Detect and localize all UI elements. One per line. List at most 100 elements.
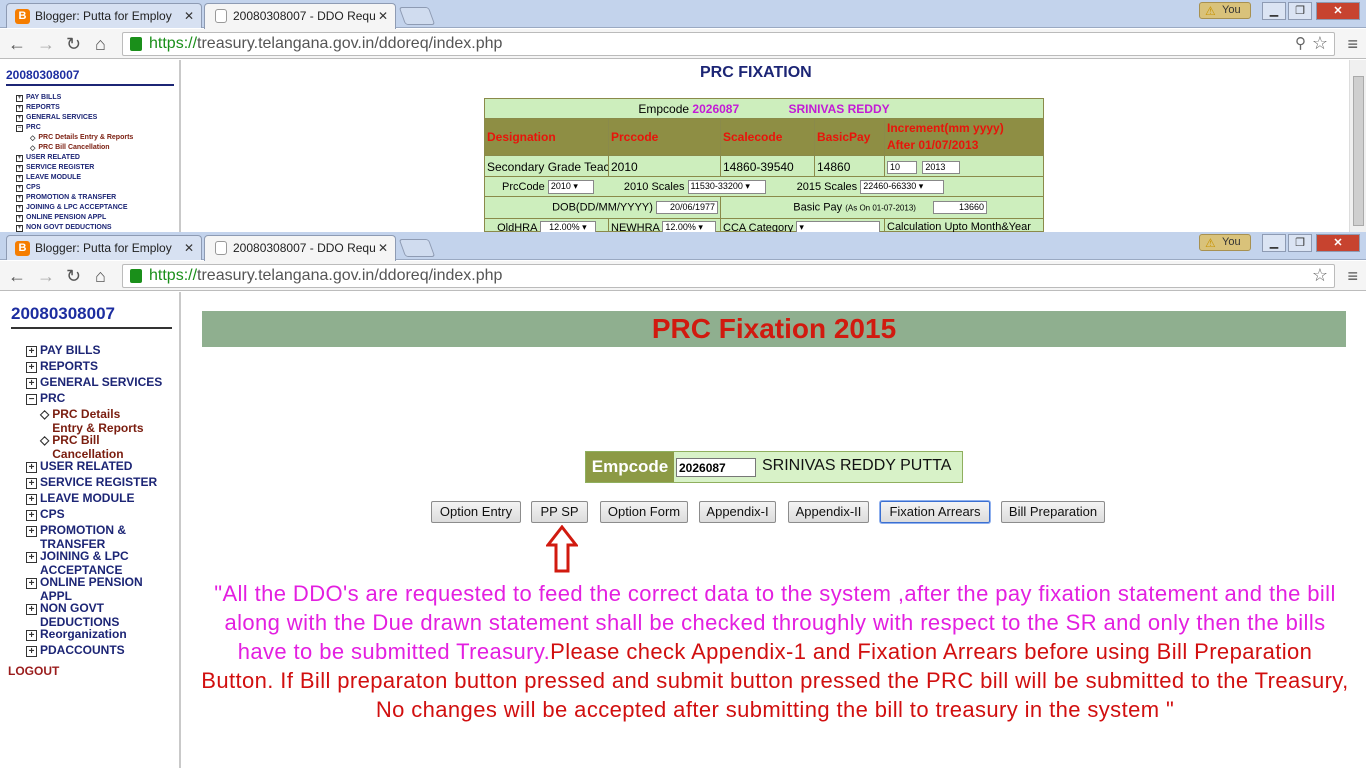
sidebar-item[interactable]: + LEAVE MODULE xyxy=(16,174,81,182)
increment-month-input[interactable]: 10 xyxy=(887,161,917,175)
sidebar-item[interactable]: + JOINING & LPC ACCEPTANCE xyxy=(16,204,128,212)
scales2015-select[interactable]: 22460-66330 ▾ xyxy=(860,180,945,194)
sidebar-item[interactable]: + USER RELATED xyxy=(26,459,132,473)
expand-icon[interactable]: + xyxy=(26,630,37,641)
scrollbar[interactable] xyxy=(1349,60,1366,232)
dob-input[interactable]: 20/06/1977 xyxy=(656,201,718,214)
expand-icon[interactable]: + xyxy=(26,378,37,389)
expand-icon[interactable]: + xyxy=(26,646,37,657)
sidebar-item[interactable]: + ONLINE PENSION APPL xyxy=(16,214,106,222)
minimize-button[interactable]: ▁ xyxy=(1262,234,1286,252)
scales2010-select[interactable]: 11530-33200 ▾ xyxy=(687,180,766,194)
expand-icon[interactable]: + xyxy=(26,462,37,473)
home-icon[interactable]: ⌂ xyxy=(95,266,106,286)
option-entry-button[interactable]: Option Entry xyxy=(431,501,521,523)
sidebar-item[interactable]: + ONLINE PENSION APPL xyxy=(26,575,143,603)
minimize-button[interactable]: ▁ xyxy=(1262,2,1286,20)
basicpay-input[interactable]: 13660 xyxy=(933,201,987,214)
restore-button[interactable]: ❐ xyxy=(1288,2,1312,20)
restore-button[interactable]: ❐ xyxy=(1288,234,1312,252)
expand-icon[interactable]: + xyxy=(16,205,23,212)
expand-icon[interactable]: + xyxy=(26,494,37,505)
expand-icon[interactable]: + xyxy=(16,185,23,192)
cca-select[interactable]: ▾ xyxy=(796,221,881,232)
expand-icon[interactable]: + xyxy=(26,578,37,589)
sidebar-item[interactable]: + GENERAL SERVICES xyxy=(16,114,97,122)
sidebar-item[interactable]: + PAY BILLS xyxy=(16,94,61,102)
scrollbar-thumb[interactable] xyxy=(1353,76,1364,226)
bookmark-star-icon[interactable]: ☆ xyxy=(1312,33,1328,54)
expand-icon[interactable]: + xyxy=(16,115,23,122)
collapse-icon[interactable]: − xyxy=(16,125,23,132)
forward-icon[interactable]: → xyxy=(37,34,55,54)
profile-badge[interactable]: ⚠ You xyxy=(1199,2,1251,19)
sidebar-item[interactable]: ◇ PRC Bill Cancellation xyxy=(30,144,110,152)
bill-preparation-button[interactable]: Bill Preparation xyxy=(1001,501,1105,523)
sidebar-item[interactable]: + USER RELATED xyxy=(16,154,80,162)
oldhra-select[interactable]: 12.00% ▾ xyxy=(539,221,596,232)
close-tab-icon[interactable]: ✕ xyxy=(184,241,194,255)
expand-icon[interactable]: + xyxy=(16,105,23,112)
sidebar-item[interactable]: − PRC xyxy=(26,391,65,405)
address-bar[interactable]: https://treasury.telangana.gov.in/ddoreq… xyxy=(122,32,1335,56)
back-icon[interactable]: ← xyxy=(8,34,26,54)
newhra-select[interactable]: 12.00% ▾ xyxy=(662,221,717,232)
sidebar-item[interactable]: + CPS xyxy=(26,507,65,521)
reload-icon[interactable]: ↻ xyxy=(66,34,81,54)
home-icon[interactable]: ⌂ xyxy=(95,34,106,54)
sidebar-item[interactable]: + Reorganization xyxy=(26,627,127,641)
sidebar-item[interactable]: + CPS xyxy=(16,184,40,192)
expand-icon[interactable]: + xyxy=(26,552,37,563)
collapse-icon[interactable]: − xyxy=(26,394,37,405)
sidebar-item[interactable]: + NON GOVT DEDUCTIONS xyxy=(26,601,119,629)
address-bar[interactable]: https://treasury.telangana.gov.in/ddoreq… xyxy=(122,264,1335,288)
pp-sp-button[interactable]: PP SP xyxy=(531,501,588,523)
sidebar-item[interactable]: + PROMOTION & TRANSFER xyxy=(26,523,126,551)
sidebar-item[interactable]: + REPORTS xyxy=(16,104,60,112)
close-window-button[interactable]: ✕ xyxy=(1316,234,1360,252)
option-form-button[interactable]: Option Form xyxy=(600,501,688,523)
sidebar-item[interactable]: + JOINING & LPC ACCEPTANCE xyxy=(26,549,129,577)
sidebar-item[interactable]: ◇ PRC Details Entry & Reports xyxy=(30,134,133,142)
close-tab-icon[interactable]: ✕ xyxy=(378,241,388,255)
sidebar-item[interactable]: + SERVICE REGISTER xyxy=(26,475,157,489)
menu-icon[interactable]: ≡ xyxy=(1347,34,1358,55)
appendix-1-button[interactable]: Appendix-I xyxy=(699,501,776,523)
empcode-input[interactable]: 2026087 xyxy=(676,458,756,477)
logout-link[interactable]: LOGOUT xyxy=(8,664,59,678)
forward-icon[interactable]: → xyxy=(37,266,55,286)
expand-icon[interactable]: + xyxy=(26,362,37,373)
close-tab-icon[interactable]: ✕ xyxy=(184,9,194,23)
zoom-icon[interactable]: ⚲ xyxy=(1295,34,1306,52)
bookmark-star-icon[interactable]: ☆ xyxy=(1312,265,1328,286)
expand-icon[interactable]: + xyxy=(16,95,23,102)
tab-ddo-requests[interactable]: 20080308007 - DDO Requ ✕ xyxy=(204,3,396,29)
expand-icon[interactable]: + xyxy=(26,478,37,489)
expand-icon[interactable]: + xyxy=(16,215,23,222)
expand-icon[interactable]: + xyxy=(26,510,37,521)
close-tab-icon[interactable]: ✕ xyxy=(378,9,388,23)
expand-icon[interactable]: + xyxy=(26,604,37,615)
sidebar-item[interactable]: − PRC xyxy=(16,124,41,132)
expand-icon[interactable]: + xyxy=(26,346,37,357)
sidebar-item[interactable]: + REPORTS xyxy=(26,359,98,373)
sidebar-item[interactable]: ◇ PRC Bill Cancellation xyxy=(40,433,124,461)
expand-icon[interactable]: + xyxy=(16,175,23,182)
tab-ddo-requests[interactable]: 20080308007 - DDO Requ ✕ xyxy=(204,235,396,261)
appendix-2-button[interactable]: Appendix-II xyxy=(788,501,869,523)
menu-icon[interactable]: ≡ xyxy=(1347,266,1358,287)
expand-icon[interactable]: + xyxy=(16,225,23,232)
new-tab-button[interactable] xyxy=(398,239,436,257)
sidebar-item[interactable]: + LEAVE MODULE xyxy=(26,491,134,505)
increment-year-input[interactable]: 2013 xyxy=(922,161,961,175)
fixation-arrears-button[interactable]: Fixation Arrears xyxy=(880,501,990,523)
prccode-select[interactable]: 2010 ▾ xyxy=(547,180,594,194)
sidebar-item[interactable]: ◇ PRC Details Entry & Reports xyxy=(40,407,144,435)
tab-blogger[interactable]: B Blogger: Putta for Employ ✕ xyxy=(6,3,202,28)
profile-badge[interactable]: ⚠ You xyxy=(1199,234,1251,251)
sidebar-item[interactable]: + PAY BILLS xyxy=(26,343,100,357)
sidebar-item[interactable]: + NON GOVT DEDUCTIONS xyxy=(16,224,112,232)
sidebar-item[interactable]: + PDACCOUNTS xyxy=(26,643,125,657)
expand-icon[interactable]: + xyxy=(26,526,37,537)
sidebar-item[interactable]: + GENERAL SERVICES xyxy=(26,375,162,389)
